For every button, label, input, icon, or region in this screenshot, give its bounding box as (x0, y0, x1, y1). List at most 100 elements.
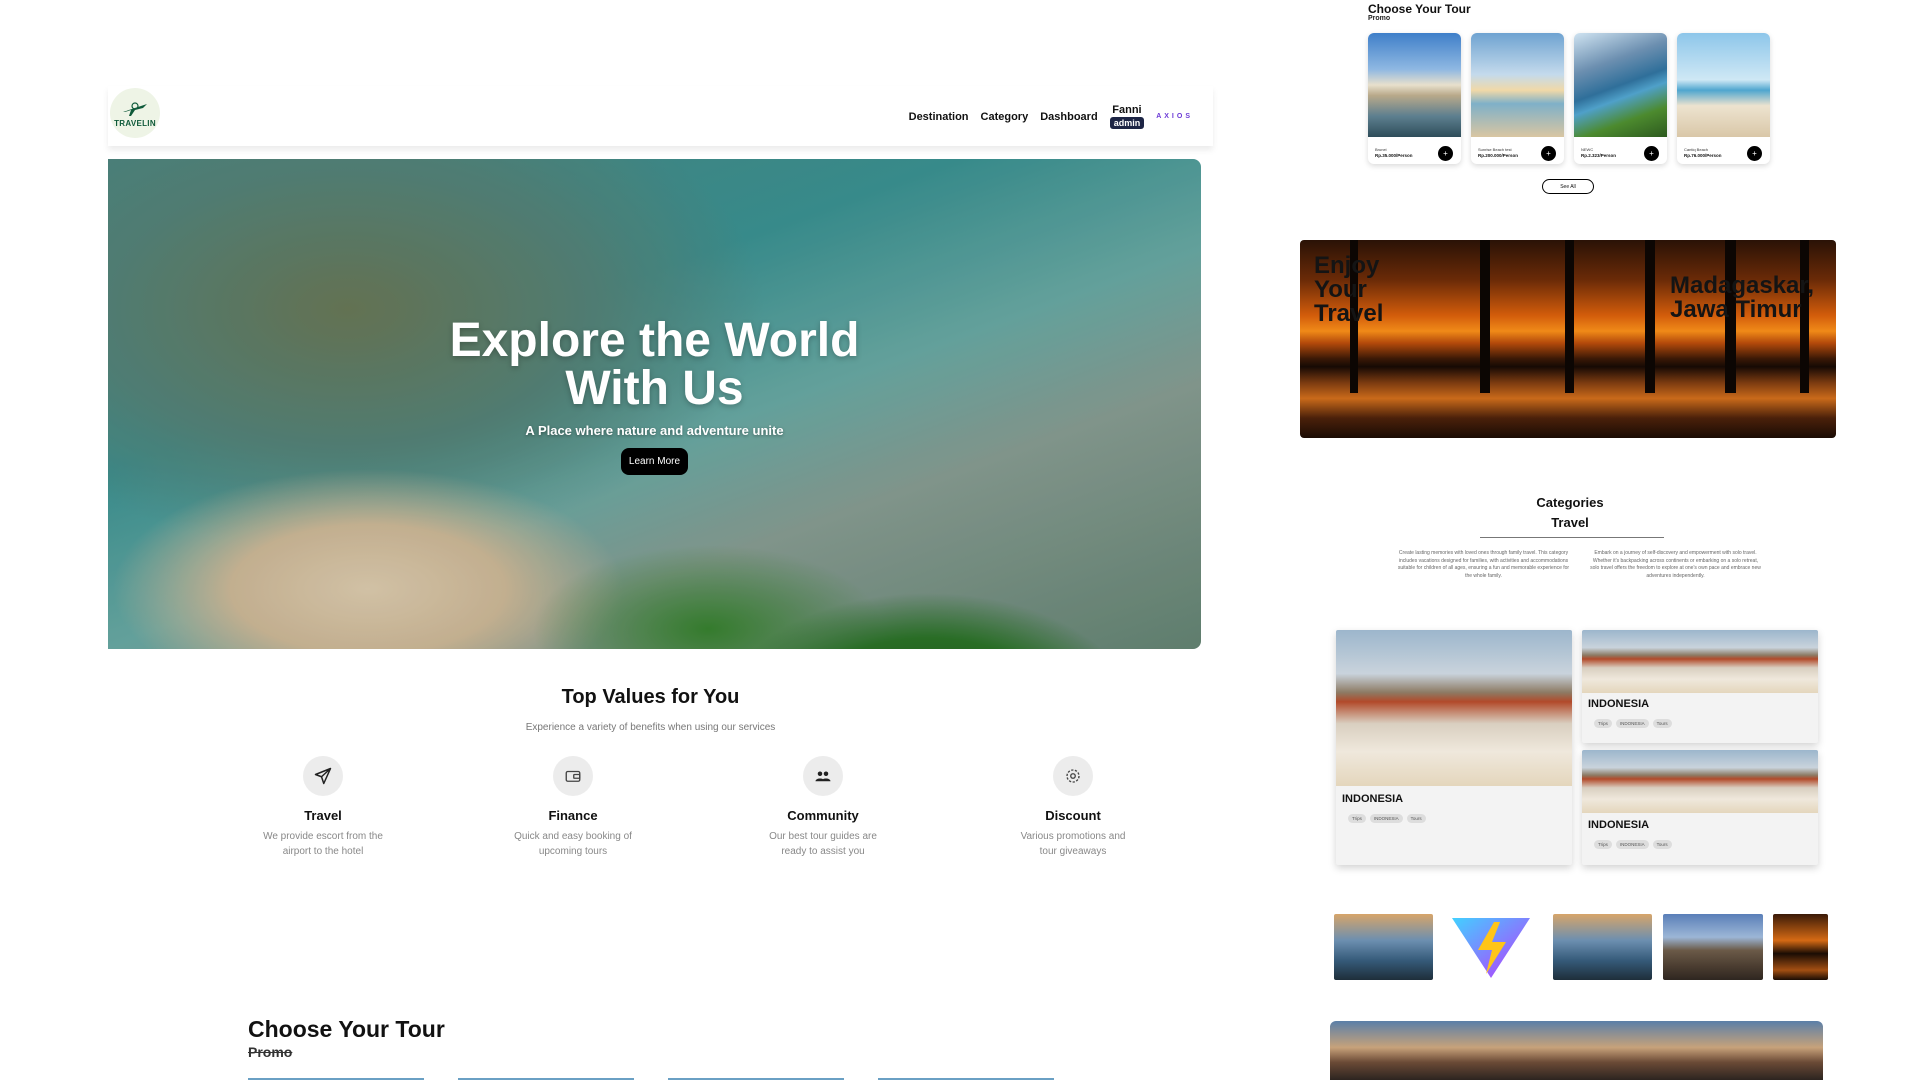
tag[interactable]: INDONESIA (1615, 719, 1649, 728)
user-name: Fanni (1112, 104, 1142, 116)
categories-divider (1480, 537, 1664, 538)
learn-more-button[interactable]: Learn More (620, 448, 689, 475)
axios-brand[interactable]: AXIOS (1156, 113, 1193, 120)
tag[interactable]: Tours (1652, 840, 1672, 849)
tour-image-beach (1471, 33, 1564, 137)
tour-price: Rp.35.000/Person (1375, 153, 1413, 158)
destination-tags: Trips INDONESIA Tours (1594, 840, 1672, 849)
nav-links: Destination Category Dashboard Fanni adm… (909, 104, 1193, 129)
destination-name: INDONESIA (1588, 698, 1650, 710)
value-text: Quick and easy booking of upcoming tours (514, 831, 632, 857)
tour-image-mosque (1368, 33, 1461, 137)
gallery-thumb-temple[interactable] (1663, 914, 1763, 980)
logo-text: TRAVELIN (114, 119, 156, 128)
category-desc-family: Create lasting memories with loved ones … (1397, 550, 1570, 579)
value-discount: Discount Various promotions and tour giv… (948, 756, 1198, 859)
destination-image (1336, 630, 1572, 786)
logo[interactable]: TRAVELIN (110, 88, 160, 138)
user-menu[interactable]: Fanni admin (1109, 104, 1145, 129)
tour-image-beach-chair (1677, 33, 1770, 137)
gallery-thumb-lake[interactable] (1334, 914, 1433, 980)
tree-silhouette (1645, 240, 1655, 393)
value-community: Community Our best tour guides are ready… (698, 756, 948, 859)
destination-name: INDONESIA (1342, 793, 1404, 805)
tour-price: Rp.2.323/Person (1581, 153, 1617, 158)
destination-image (1582, 630, 1818, 693)
value-title: Travel (304, 808, 342, 823)
tour-price: Rp.76.000/Person (1684, 153, 1722, 158)
main-page: TRAVELIN Destination Category Dashboard … (108, 86, 1213, 1080)
destination-card[interactable]: INDONESIA Trips INDONESIA Tours (1336, 630, 1572, 865)
tag[interactable]: INDONESIA (1369, 814, 1403, 823)
destination-card[interactable]: INDONESIA Trips INDONESIA Tours (1582, 630, 1818, 743)
value-title: Community (787, 808, 859, 823)
vite-logo-icon (1448, 914, 1534, 980)
destination-tags: Trips INDONESIA Tours (1594, 719, 1672, 728)
wallet-icon (553, 756, 593, 796)
tour-image-fjord (1574, 33, 1667, 137)
tag[interactable]: Trips (1594, 719, 1612, 728)
categories-title: Categories (1536, 495, 1604, 510)
airplane-logo-icon (123, 102, 147, 116)
banner-right-text: Madagaskar, Jawa Timur (1670, 272, 1815, 323)
category-desc-solo: Embark on a journey of self-discovery an… (1590, 550, 1761, 579)
tour-card[interactable]: Cantiq Beach Rp.76.000/Person + (1677, 33, 1770, 164)
add-tour-button[interactable]: + (1438, 146, 1453, 161)
tag[interactable]: INDONESIA (1615, 840, 1649, 849)
tour-card[interactable]: NEWC Rp.2.323/Person + (1574, 33, 1667, 164)
nav-category[interactable]: Category (981, 111, 1029, 123)
values-subtitle: Experience a variety of benefits when us… (525, 722, 776, 733)
settings-icon (1053, 756, 1093, 796)
tag[interactable]: Trips (1594, 840, 1612, 849)
tour-name: Brunei (1375, 147, 1387, 152)
tour-name: Cantiq Beach (1684, 147, 1709, 152)
value-title: Finance (548, 808, 598, 823)
right-choose-tour-promo: Promo (1368, 15, 1391, 22)
values-list: Travel We provide escort from the airpor… (198, 756, 1198, 859)
tour-cards: Brunei Rp.35.000/Person + Sunrise Beach … (1368, 33, 1770, 164)
categories-subtitle: Travel (1551, 515, 1589, 530)
add-tour-button[interactable]: + (1747, 146, 1762, 161)
user-role-badge: admin (1109, 117, 1145, 129)
tour-card[interactable]: Sunrise Beach test Rp.200.000/Person + (1471, 33, 1564, 164)
destination-tags: Trips INDONESIA Tours (1348, 814, 1426, 823)
value-travel: Travel We provide escort from the airpor… (198, 756, 448, 859)
tree-silhouette (1480, 240, 1490, 393)
hero-subtitle: A Place where nature and adventure unite (525, 423, 784, 438)
nav-dashboard[interactable]: Dashboard (1040, 111, 1097, 123)
choose-tour-promo: Promo (248, 1044, 293, 1060)
hero-title: Explore the World With Us (449, 314, 860, 415)
destination-name: INDONESIA (1588, 819, 1650, 831)
value-finance: Finance Quick and easy booking of upcomi… (448, 756, 698, 859)
hero-content: Explore the World With Us A Place where … (108, 317, 1201, 475)
value-text: Our best tour guides are ready to assist… (769, 831, 877, 857)
nav-destination[interactable]: Destination (909, 111, 969, 123)
value-title: Discount (1045, 808, 1101, 823)
tag[interactable]: Trips (1348, 814, 1366, 823)
values-title: Top Values for You (561, 686, 740, 708)
tree-silhouette (1565, 240, 1574, 393)
add-tour-button[interactable]: + (1644, 146, 1659, 161)
hero-banner: Explore the World With Us A Place where … (108, 159, 1201, 649)
value-text: Various promotions and tour giveaways (1020, 831, 1126, 857)
sunset-banner: Enjoy Your Travel Madagaskar, Jawa Timur (1300, 240, 1836, 438)
tour-card[interactable]: Brunei Rp.35.000/Person + (1368, 33, 1461, 164)
gallery-thumb-lake[interactable] (1553, 914, 1652, 980)
people-icon (803, 756, 843, 796)
bali-temple-banner (1330, 1021, 1823, 1080)
banner-left-text: Enjoy Your Travel (1314, 252, 1384, 327)
right-choose-tour-title: Choose Your Tour (1368, 2, 1471, 16)
tour-price: Rp.200.000/Person (1478, 153, 1519, 158)
see-all-button[interactable]: See All (1542, 179, 1594, 194)
add-tour-button[interactable]: + (1541, 146, 1556, 161)
destination-image (1582, 750, 1818, 813)
categories-heading: Categories Travel (1450, 493, 1690, 533)
tour-name: NEWC (1581, 147, 1594, 152)
value-text: We provide escort from the airport to th… (263, 831, 383, 857)
gallery-thumb-sunset[interactable] (1773, 914, 1828, 980)
tour-name: Sunrise Beach test (1478, 147, 1512, 152)
tag[interactable]: Tours (1652, 719, 1672, 728)
destination-card[interactable]: INDONESIA Trips INDONESIA Tours (1582, 750, 1818, 865)
tag[interactable]: Tours (1406, 814, 1426, 823)
navbar: TRAVELIN Destination Category Dashboard … (108, 86, 1213, 146)
